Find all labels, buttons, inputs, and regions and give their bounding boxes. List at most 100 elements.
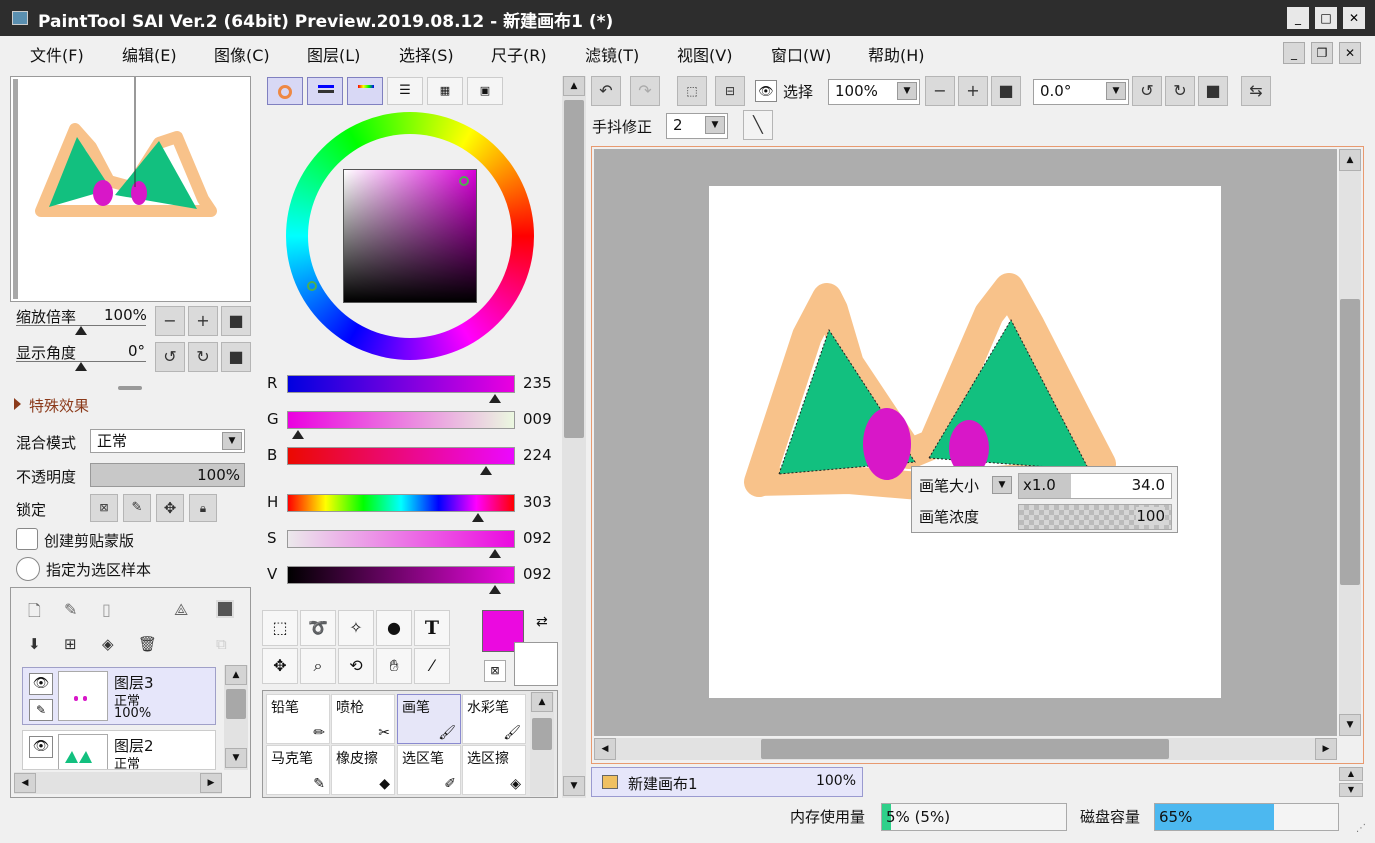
lock-paint-icon[interactable]: ✎ (123, 494, 151, 522)
menu-file[interactable]: 文件(F) (30, 42, 84, 66)
paint-pen-icon[interactable]: ✎ (29, 699, 53, 721)
layer-hscrollbar[interactable]: ◀ ▶ (14, 772, 222, 794)
brush-airbrush[interactable]: 喷枪 ✂︎ (331, 694, 395, 744)
selection-source-radio[interactable] (16, 557, 40, 581)
brush-pencil[interactable]: 铅笔 ✏︎ (266, 694, 330, 744)
canvas-rotate-left-button[interactable]: ↺ (1132, 76, 1162, 106)
canvas-vscrollbar[interactable]: ▲ ▼ (1339, 149, 1361, 736)
hand-icon[interactable]: ✋︎ (376, 648, 412, 684)
menu-layer[interactable]: 图层(L) (307, 42, 360, 66)
v-slider[interactable] (287, 566, 515, 584)
scrollbar-thumb[interactable] (226, 689, 246, 719)
brush-marker[interactable]: 马克笔 ✎ (266, 745, 330, 795)
minimize-button[interactable]: _ (1287, 7, 1309, 29)
canvas-tab[interactable]: 新建画布1 100% (591, 767, 863, 797)
new-layer-icon[interactable]: 🗋︎ (28, 600, 41, 627)
s-slider-handle[interactable] (489, 549, 501, 558)
brush-select-eraser[interactable]: 选区擦 ◈ (462, 745, 526, 795)
deselect-button[interactable]: ⬚ (677, 76, 707, 106)
v-slider-handle[interactable] (489, 585, 501, 594)
zoom-icon[interactable]: ⌕ (300, 648, 336, 684)
rect-select-icon[interactable]: ⬚ (262, 610, 298, 646)
transfer-down-icon[interactable]: ⬇ (28, 635, 41, 653)
expand-arrow-icon[interactable] (14, 398, 21, 410)
color-list-tab-icon[interactable]: ☰ (387, 77, 423, 105)
saturation-value-square[interactable] (343, 169, 477, 303)
scroll-up-icon[interactable]: ▲ (563, 76, 585, 96)
canvas-rotate-right-button[interactable]: ↻ (1165, 76, 1195, 106)
visibility-eye-icon[interactable]: 👁︎ (29, 673, 53, 695)
menu-window[interactable]: 窗口(W) (771, 42, 831, 66)
brush-select-pen[interactable]: 选区笔 ✐ (397, 745, 461, 795)
lock-move-icon[interactable]: ✥ (156, 494, 184, 522)
lasso-icon[interactable]: ➰ (300, 610, 336, 646)
maximize-button[interactable]: □ (1315, 7, 1337, 29)
scroll-left-icon[interactable]: ◀ (14, 773, 36, 793)
g-slider[interactable] (287, 411, 515, 429)
zoom-in-button[interactable]: + (188, 306, 218, 336)
b-slider-handle[interactable] (480, 466, 492, 475)
scroll-up-icon[interactable]: ▲ (1339, 149, 1361, 171)
scroll-up-icon[interactable]: ▲ (225, 665, 247, 685)
r-slider[interactable] (287, 375, 515, 393)
scrollbar-thumb[interactable] (761, 739, 1169, 759)
selection-visibility-eye-icon[interactable]: 👁︎ (755, 80, 777, 102)
rotate-left-button[interactable]: ↺ (155, 342, 185, 372)
layer-mask-icon[interactable] (216, 600, 234, 618)
canvas[interactable] (709, 186, 1221, 698)
effects-label[interactable]: 特殊效果 (29, 395, 89, 416)
canvas-zoom-reset-button[interactable]: ■ (991, 76, 1021, 106)
scroll-right-icon[interactable]: ▶ (1315, 738, 1337, 760)
scrollbar-thumb[interactable] (564, 100, 584, 438)
merge-down-icon[interactable]: ⊞ (64, 635, 77, 653)
zoom-reset-button[interactable]: ■ (221, 306, 251, 336)
menu-select[interactable]: 选择(S) (399, 42, 454, 66)
brush-size-slider[interactable]: x1.0 34.0 (1018, 473, 1172, 499)
menu-image[interactable]: 图像(C) (214, 42, 270, 66)
swatch-tab-icon[interactable]: ▦ (427, 77, 463, 105)
scroll-down-icon[interactable]: ▼ (225, 748, 247, 768)
close-button[interactable]: ✕ (1343, 7, 1365, 29)
canvas-zoom-in-button[interactable]: + (958, 76, 988, 106)
sv-picker-handle[interactable] (459, 176, 469, 186)
chevron-down-icon[interactable]: ▼ (992, 476, 1012, 494)
clear-layer-icon[interactable]: ◈ (102, 635, 114, 653)
canvas-zoom-out-button[interactable]: − (925, 76, 955, 106)
magic-wand-icon[interactable]: ✧ (338, 610, 374, 646)
r-slider-handle[interactable] (489, 394, 501, 403)
shape-icon[interactable]: ● (376, 610, 412, 646)
brush-watercolor[interactable]: 水彩笔 🖌︎ (462, 694, 526, 744)
rgb-sliders-tab-icon[interactable] (307, 77, 343, 105)
layer-scrollbar[interactable]: ▲ ▼ (224, 665, 248, 770)
brush-brush[interactable]: 画笔 🖌︎ (397, 694, 461, 744)
angle-slider-handle[interactable] (75, 362, 87, 371)
h-slider[interactable] (287, 494, 515, 512)
lock-all-icon[interactable]: 🔒︎ (189, 494, 217, 522)
swap-colors-icon[interactable]: ⇄ (536, 614, 548, 630)
zoom-slider-handle[interactable] (75, 326, 87, 335)
scroll-right-icon[interactable]: ▶ (200, 773, 222, 793)
hue-picker-handle[interactable] (307, 281, 317, 291)
menu-help[interactable]: 帮助(H) (868, 42, 925, 66)
s-slider[interactable] (287, 530, 515, 548)
b-slider[interactable] (287, 447, 515, 465)
background-color-swatch[interactable] (514, 642, 558, 686)
mdi-restore-button[interactable]: ❐ (1311, 42, 1333, 64)
menu-view[interactable]: 视图(V) (677, 42, 732, 66)
mdi-close-button[interactable]: ✕ (1339, 42, 1361, 64)
blend-mode-select[interactable]: 正常 ▼ (90, 429, 245, 453)
apply-mask-icon[interactable]: ⧉ (216, 635, 227, 653)
brush-scrollbar[interactable]: ▲ (530, 692, 554, 796)
canvas-zoom-select[interactable]: 100% ▼ (828, 79, 920, 105)
h-slider-handle[interactable] (472, 513, 484, 522)
navigator-scrollbar[interactable] (13, 79, 18, 299)
panel-splitter[interactable] (118, 386, 142, 390)
canvas-hscrollbar[interactable]: ◀ ▶ (594, 738, 1337, 760)
rotate-right-button[interactable]: ↻ (188, 342, 218, 372)
rotate-reset-button[interactable]: ■ (221, 342, 251, 372)
invert-selection-button[interactable]: ⊟ (715, 76, 745, 106)
resize-grip-icon[interactable]: ⋰ (1356, 823, 1366, 834)
layer-effect-icon[interactable]: ⟁ (174, 600, 188, 620)
brush-eraser[interactable]: 橡皮擦 ◆ (331, 745, 395, 795)
tab-scroll-down-icon[interactable]: ▼ (1339, 783, 1363, 797)
